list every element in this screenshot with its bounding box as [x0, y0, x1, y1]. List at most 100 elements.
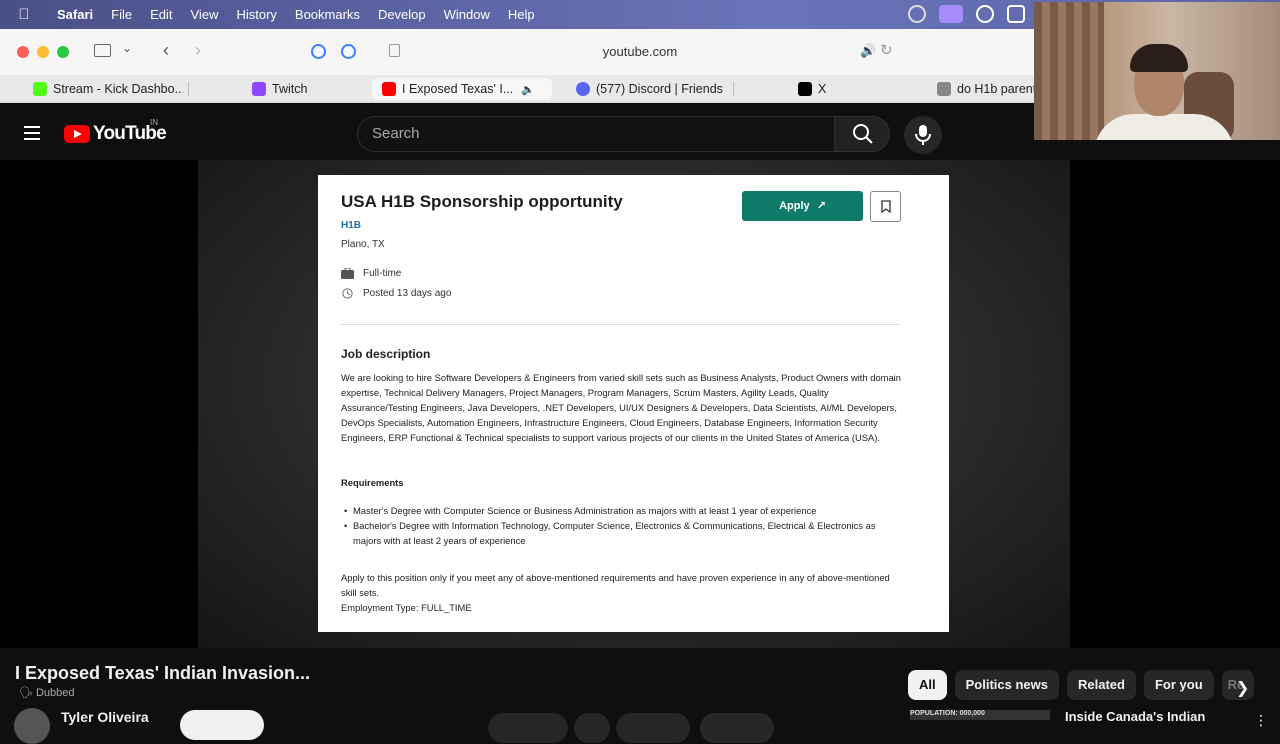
- bookmark-button[interactable]: [870, 191, 901, 222]
- kick-favicon-icon: [33, 82, 47, 96]
- job-description-heading: Job description: [341, 347, 431, 361]
- address-bar[interactable]: youtube.com: [420, 41, 860, 63]
- menu-hamburger-icon[interactable]: [24, 126, 40, 144]
- clock-icon: [342, 288, 353, 299]
- requirements-heading: Requirements: [341, 477, 404, 488]
- tab-label: Stream - Kick Dashbo...: [53, 82, 183, 96]
- tab-label: Twitch: [272, 82, 308, 96]
- search-icon: [853, 124, 873, 144]
- chip-for-you[interactable]: For you: [1143, 670, 1214, 700]
- job-posted: Posted 13 days ago: [363, 288, 452, 299]
- dubbed-badge: 🗣 Dubbed: [19, 686, 75, 700]
- external-link-icon: ↗: [816, 200, 826, 212]
- requirement-item: Bachelor's Degree with Information Techn…: [344, 519, 901, 549]
- twitch-favicon-icon: [252, 82, 266, 96]
- voice-search-button[interactable]: [904, 116, 942, 154]
- tab-google-search[interactable]: do H1b parents: [937, 78, 1037, 100]
- tab-x[interactable]: X: [798, 78, 858, 100]
- menu-history[interactable]: History: [227, 7, 285, 22]
- requirement-item: Master's Degree with Computer Science or…: [344, 504, 901, 519]
- channel-name[interactable]: Tyler Oliveira: [61, 709, 149, 725]
- video-info-section: I Exposed Texas' Indian Invasion... 🗣 Du…: [0, 648, 1280, 744]
- tab-separator: [188, 82, 189, 96]
- apple-menu-icon[interactable]: : [0, 6, 48, 23]
- close-window-button[interactable]: [17, 46, 29, 58]
- job-employment-row: Full-time: [341, 268, 401, 279]
- menu-edit[interactable]: Edit: [141, 7, 181, 22]
- subscribe-button[interactable]: [180, 710, 264, 740]
- x-favicon-icon: [798, 82, 812, 96]
- job-posted-row: Posted 13 days ago: [341, 288, 451, 299]
- apply-button[interactable]: Apply ↗: [742, 191, 863, 221]
- tab-separator: [733, 82, 734, 96]
- extension-compass-icon[interactable]: [341, 44, 356, 59]
- google-favicon-icon: [937, 82, 951, 96]
- briefcase-icon: [341, 268, 354, 279]
- dubbed-icon: 🗣: [19, 687, 33, 699]
- video-title: I Exposed Texas' Indian Invasion...: [15, 663, 311, 683]
- stage-manager-icon[interactable]: [1007, 5, 1025, 23]
- apply-note: Apply to this position only if you meet …: [341, 572, 890, 598]
- apply-label: Apply: [779, 200, 810, 212]
- minimize-window-button[interactable]: [37, 46, 49, 58]
- search-button[interactable]: [834, 116, 890, 152]
- reader-icon[interactable]: [389, 44, 400, 57]
- tab-twitch[interactable]: Twitch: [252, 78, 352, 100]
- menu-help[interactable]: Help: [499, 7, 544, 22]
- side-video-title[interactable]: Inside Canada's Indian: [1065, 709, 1205, 724]
- comment-button[interactable]: [574, 713, 610, 743]
- zoom-window-button[interactable]: [57, 46, 69, 58]
- chip-all[interactable]: All: [908, 670, 947, 700]
- menu-app-safari[interactable]: Safari: [48, 7, 102, 22]
- tab-youtube-active[interactable]: I Exposed Texas' I... 🔈: [372, 78, 552, 100]
- bookmark-icon: [881, 200, 891, 213]
- menu-file[interactable]: File: [102, 7, 141, 22]
- download-button[interactable]: [700, 713, 774, 743]
- chip-politics-news[interactable]: Politics news: [954, 670, 1059, 700]
- like-button[interactable]: [488, 713, 568, 743]
- back-arrow-icon[interactable]: ‹: [163, 40, 169, 61]
- tab-kick[interactable]: Stream - Kick Dashbo...: [33, 78, 183, 100]
- menu-bookmarks[interactable]: Bookmarks: [286, 7, 369, 22]
- youtube-favicon-icon: [382, 82, 396, 96]
- requirements-list: Master's Degree with Computer Science or…: [344, 504, 901, 549]
- chevron-right-icon[interactable]: ❯: [1236, 678, 1249, 698]
- side-video-thumbnail[interactable]: POPULATION: 000,000: [910, 710, 1050, 720]
- privacy-report-icon[interactable]: [311, 44, 326, 59]
- dubbed-label: Dubbed: [35, 686, 75, 699]
- reload-icon[interactable]: ↻: [880, 41, 893, 59]
- chip-related[interactable]: Related: [1067, 670, 1136, 700]
- employment-type: Employment Type: FULL_TIME: [341, 602, 472, 613]
- menu-develop[interactable]: Develop: [369, 7, 435, 22]
- status-icons: [908, 5, 1025, 23]
- menu-window[interactable]: Window: [435, 7, 499, 22]
- microphone-icon: [915, 125, 931, 145]
- job-location: Plano, TX: [341, 239, 385, 250]
- color-sync-icon[interactable]: [908, 5, 926, 23]
- play-circle-icon[interactable]: [976, 5, 994, 23]
- job-posting-card: USA H1B Sponsorship opportunity H1B Plan…: [318, 175, 949, 632]
- tab-label: do H1b parents: [957, 82, 1037, 96]
- job-title: USA H1B Sponsorship opportunity: [341, 192, 623, 211]
- youtube-play-icon: [64, 125, 90, 143]
- audio-playing-icon[interactable]: 🔊: [860, 43, 876, 59]
- related-chips: All Politics news Related For you Re: [908, 670, 1254, 700]
- menu-view[interactable]: View: [182, 7, 228, 22]
- search-input[interactable]: Search: [357, 116, 834, 152]
- tab-label: X: [818, 82, 827, 96]
- job-description: We are looking to hire Software Develope…: [341, 372, 901, 443]
- chevron-down-icon[interactable]: ⌄: [122, 41, 132, 55]
- forward-arrow-icon[interactable]: ›: [195, 40, 201, 61]
- country-code: IN: [150, 118, 158, 127]
- share-button[interactable]: [616, 713, 690, 743]
- channel-avatar[interactable]: [14, 708, 50, 744]
- sidebar-toggle-icon[interactable]: [94, 44, 111, 57]
- speaker-icon[interactable]: 🔈: [521, 83, 535, 96]
- tab-discord[interactable]: (577) Discord | Friends: [576, 78, 726, 100]
- youtube-logo[interactable]: YouTube IN: [64, 118, 167, 145]
- job-employment: Full-time: [363, 268, 402, 279]
- job-tag: H1B: [341, 220, 362, 231]
- card-divider: [341, 324, 900, 325]
- more-options-icon[interactable]: ⋮: [1254, 712, 1268, 729]
- screen-mirror-icon[interactable]: [939, 5, 963, 23]
